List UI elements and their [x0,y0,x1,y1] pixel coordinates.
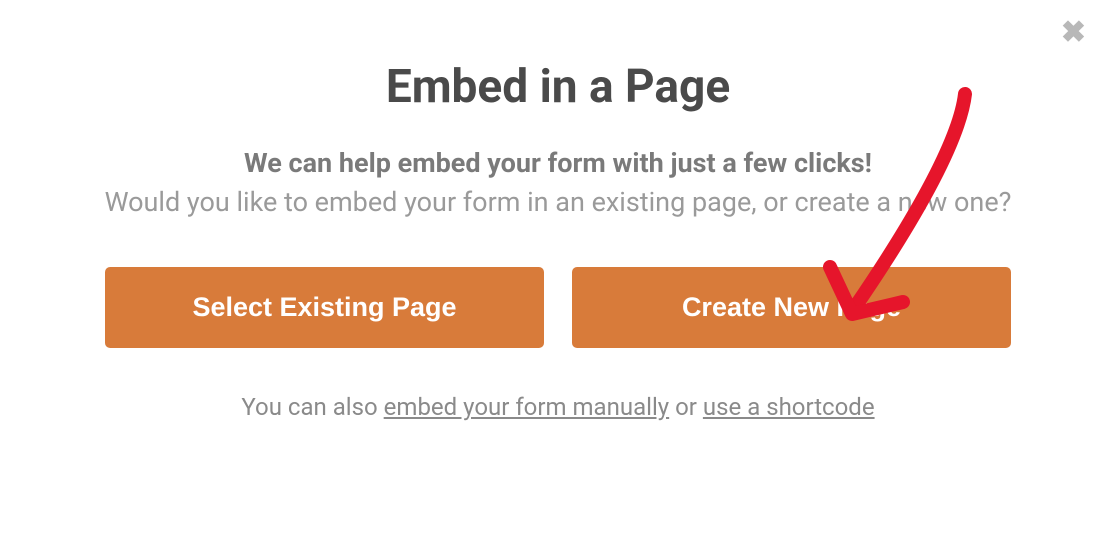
modal-description: We can help embed your form with just a … [0,144,1116,222]
use-shortcode-link[interactable]: use a shortcode [703,393,875,421]
embed-modal: ✖ Embed in a Page We can help embed your… [0,0,1116,557]
button-row: Select Existing Page Create New Page [0,267,1116,348]
close-icon[interactable]: ✖ [1061,18,1086,48]
description-regular: Would you like to embed your form in an … [105,186,1012,218]
select-existing-page-button[interactable]: Select Existing Page [105,267,544,348]
footer-text: You can also embed your form manually or… [0,393,1116,421]
modal-title: Embed in a Page [0,60,1116,114]
footer-middle: or [669,393,703,421]
embed-manually-link[interactable]: embed your form manually [384,393,669,421]
description-bold: We can help embed your form with just a … [244,147,872,179]
footer-prefix: You can also [241,393,383,421]
create-new-page-button[interactable]: Create New Page [572,267,1011,348]
